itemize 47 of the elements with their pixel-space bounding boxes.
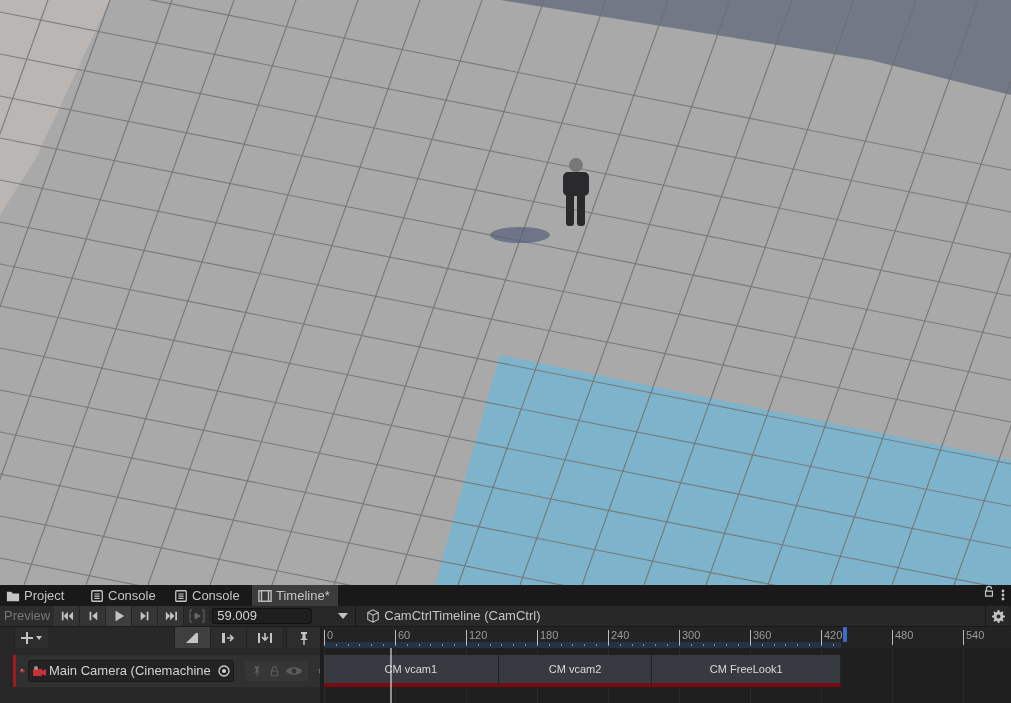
list-icon	[174, 588, 188, 603]
previous-frame-button[interactable]	[80, 606, 107, 626]
arrow-right-icon	[220, 630, 237, 645]
lock-icon	[983, 585, 995, 598]
ruler-label: 0	[324, 630, 395, 645]
tab[interactable]: Timeline*	[252, 585, 338, 606]
object-field[interactable]: Main Camera (Cinemachine	[27, 660, 234, 682]
gear-icon	[991, 609, 1005, 623]
track-header[interactable]: Main Camera (Cinemachine	[13, 655, 320, 687]
next-frame-button[interactable]	[132, 606, 159, 626]
ruler-label: 540	[963, 630, 1011, 645]
arrow-down-icon	[256, 630, 273, 645]
tab[interactable]: Console	[84, 585, 168, 606]
film-icon	[258, 588, 272, 603]
ruler-label: 480	[892, 630, 963, 645]
end-marker[interactable]	[843, 627, 847, 642]
bracketed-play-icon	[188, 609, 205, 623]
last-frame-button[interactable]	[158, 606, 185, 626]
time-field[interactable]: 59.009	[212, 608, 313, 624]
ruler-label: 360	[750, 630, 821, 645]
skip-to-end-icon	[164, 610, 177, 622]
caret-icon	[337, 613, 348, 619]
track-name: Main Camera (Cinemachine	[48, 662, 211, 681]
tab[interactable]: Console	[168, 585, 252, 606]
target-icon	[217, 665, 230, 677]
ramp-icon	[184, 630, 201, 645]
plus-caret-icon	[20, 631, 43, 644]
tab[interactable]: Project	[0, 585, 84, 606]
play-button[interactable]	[106, 606, 133, 626]
insert-mode-button[interactable]	[246, 627, 282, 648]
clip-mode-button[interactable]	[210, 627, 246, 648]
list-icon	[90, 588, 104, 603]
ramp-icon-button[interactable]	[174, 627, 210, 648]
ruler-label: 300	[679, 630, 750, 645]
pin-button[interactable]	[286, 627, 320, 648]
timeline-clip[interactable]: CM vcam2	[498, 655, 653, 687]
ruler-label: 120	[466, 630, 537, 645]
step-forward-icon	[138, 610, 151, 622]
timeline-clip[interactable]: CM FreeLook1	[652, 655, 841, 687]
settings-button[interactable]	[985, 606, 1011, 626]
skip-to-start-button[interactable]	[54, 606, 81, 626]
skip-to-start-icon	[60, 610, 73, 622]
breadcrumb-link[interactable]: CamCtrlTimeline (CamCtrl)	[384, 606, 541, 626]
ruler-label: 240	[608, 630, 679, 645]
ruler-label: 60	[395, 630, 466, 645]
cube-icon	[366, 609, 381, 623]
ruler-label: 180	[537, 630, 608, 645]
